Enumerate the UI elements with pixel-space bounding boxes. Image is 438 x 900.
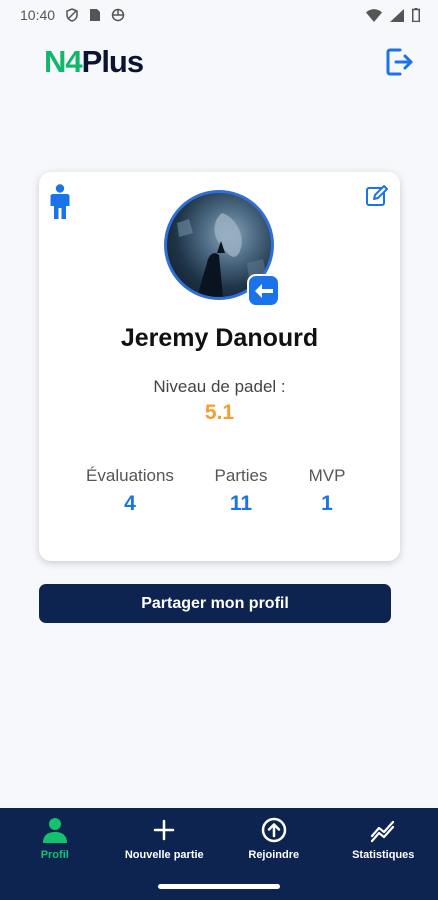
signal-icon [390,8,404,22]
person-icon [50,184,70,219]
sim-card-icon [90,9,101,21]
edit-icon[interactable] [365,184,389,208]
nav-label: Profil [40,849,69,861]
app-header: N4Plus [0,38,438,88]
vpn-icon [111,8,125,22]
change-avatar-button[interactable] [247,274,280,307]
status-time: 10:40 [20,7,56,23]
app-logo: N4Plus [44,44,144,80]
status-bar: 10:40 [0,0,438,30]
nav-label: Rejoindre [248,849,300,861]
arrow-left-icon [254,283,273,298]
home-indicator[interactable] [158,884,280,889]
stat-value: 4 [124,492,136,515]
nav-item-profil[interactable]: Profil [0,808,110,874]
bottom-nav: Profil Nouvelle partie Rejoindre Statist… [0,808,438,874]
battery-icon [412,8,420,22]
stat-parties: Parties 11 [201,466,281,516]
stat-evaluations: Évaluations 4 [84,466,176,516]
stat-label: MVP [308,466,346,485]
profile-stats: Évaluations 4 Parties 11 MVP 1 [39,466,400,516]
stat-label: Parties [214,466,268,485]
wifi-icon [366,8,382,22]
nav-item-nouvelle-partie[interactable]: Nouvelle partie [110,808,220,874]
logout-icon[interactable] [384,46,416,78]
trend-icon [371,820,395,843]
nav-label: Statistiques [352,849,415,861]
shield-icon [66,8,78,22]
stat-label: Évaluations [86,466,174,485]
arrow-up-circle-icon [261,817,286,843]
nav-label: Nouvelle partie [124,849,204,861]
person-icon [42,818,67,843]
level-label: Niveau de padel : [153,377,286,396]
system-nav-bar [0,874,438,900]
stat-mvp: MVP 1 [297,466,357,516]
level-value: 5.1 [204,401,235,424]
share-profile-button[interactable]: Partager mon profil [39,584,391,623]
plus-icon [154,819,175,841]
logo-prefix: N4 [44,44,83,79]
profile-name: Jeremy Danourd [120,324,319,352]
stat-value: 11 [229,492,253,515]
profile-card: Jeremy Danourd Niveau de padel : 5.1 Éva… [39,172,400,561]
logo-suffix: Plus [81,44,144,79]
stat-value: 1 [321,492,333,515]
nav-item-statistiques[interactable]: Statistiques [329,808,438,874]
nav-item-rejoindre[interactable]: Rejoindre [219,808,329,874]
